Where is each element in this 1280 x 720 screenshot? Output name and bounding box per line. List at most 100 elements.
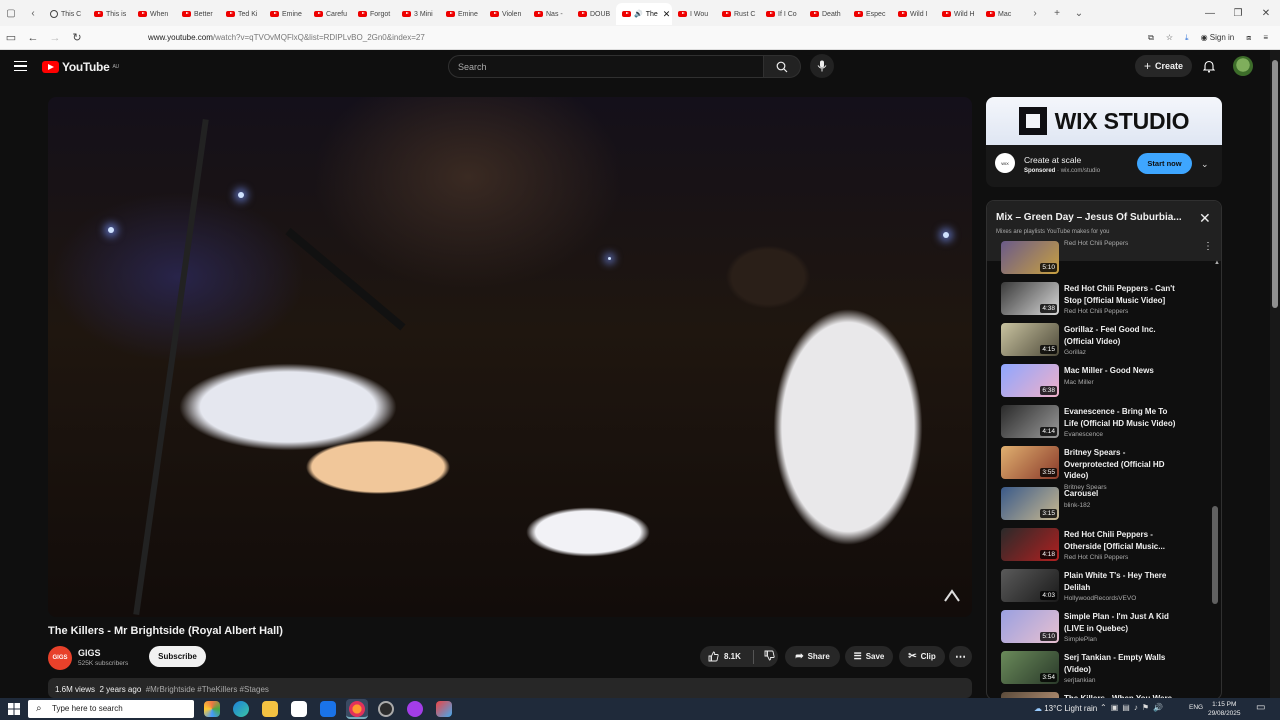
playlist-item-title[interactable]: Serj Tankian - Empty Walls (Video) xyxy=(1064,652,1182,675)
windows-start-icon[interactable] xyxy=(8,703,20,715)
browser-tab[interactable]: Mac xyxy=(980,3,1024,25)
channel-name[interactable]: GIGS xyxy=(78,648,101,658)
app-icon[interactable] xyxy=(436,701,452,717)
video-thumbnail[interactable]: 4:14 xyxy=(1001,405,1059,438)
mail-icon[interactable] xyxy=(320,701,336,717)
browser-tab[interactable]: Carefu xyxy=(308,3,352,25)
tab-scroll-right-icon[interactable]: › xyxy=(1024,0,1046,26)
channel-avatar[interactable]: GIGS xyxy=(48,646,72,670)
ad-banner[interactable]: WIX STUDIO xyxy=(986,97,1222,145)
obs-icon[interactable] xyxy=(378,701,394,717)
downloads-icon[interactable]: ⤓ xyxy=(1185,33,1189,43)
playlist-item[interactable]: 5:10 Simple Plan - I'm Just A Kid (LIVE i… xyxy=(1001,610,1211,651)
weather-widget[interactable]: ☁ 13°C Light rain xyxy=(1034,704,1097,713)
taskbar-search-input[interactable]: ⌕ Type here to search xyxy=(28,700,194,718)
bookmark-star-icon[interactable]: ☆ xyxy=(1166,33,1173,42)
playlist-item[interactable]: 4:15 Gorillaz - Feel Good Inc. (Official … xyxy=(1001,323,1211,364)
playlist-item[interactable]: 3:55 Britney Spears - Overprotected (Offi… xyxy=(1001,446,1211,491)
app-icon[interactable] xyxy=(407,701,423,717)
restore-icon[interactable]: ❐ xyxy=(1224,0,1252,26)
speaker-icon[interactable]: 🔊 xyxy=(634,10,643,18)
description-box[interactable]: 1.6M views 2 years ago #MrBrightside #Th… xyxy=(48,678,972,698)
browser-tab[interactable]: This is xyxy=(88,3,132,25)
video-player[interactable] xyxy=(48,97,972,617)
screenshot-icon[interactable]: ⧉ xyxy=(1148,33,1154,43)
browser-tab[interactable]: Nas - xyxy=(528,3,572,25)
tab-scroll-left-icon[interactable]: ‹ xyxy=(22,0,44,26)
subscribe-button[interactable]: Subscribe xyxy=(149,646,206,667)
store-icon[interactable] xyxy=(291,701,307,717)
video-thumbnail[interactable]: 4:38 xyxy=(1001,282,1059,315)
browser-tab[interactable]: DOUB xyxy=(572,3,616,25)
search-input[interactable]: Search xyxy=(448,55,764,78)
ad-card[interactable]: WIX STUDIO WIX Create at scale Sponsored… xyxy=(986,97,1222,187)
system-tray-icons[interactable]: ⌃▣▤♪⚑🔊 xyxy=(1100,703,1167,712)
video-thumbnail[interactable]: 6:38 xyxy=(1001,364,1059,397)
tab-list-chevron-icon[interactable]: ⌄ xyxy=(1068,0,1090,26)
chevron-down-icon[interactable]: ⌄ xyxy=(1201,159,1209,170)
playlist-item[interactable]: 4:38 Red Hot Chili Peppers - Can't Stop [… xyxy=(1001,282,1211,323)
browser-tab[interactable]: Ted Ki xyxy=(220,3,264,25)
avatar[interactable] xyxy=(1233,56,1253,76)
playlist-item[interactable]: 5:10 Red Hot Chili Peppers xyxy=(1001,240,1211,282)
page-scrollbar[interactable] xyxy=(1270,50,1280,700)
hashtags[interactable]: #MrBrightside #TheKillers #Stages xyxy=(146,685,269,694)
playlist-item[interactable]: 3:15 Carousel blink-182 xyxy=(1001,487,1211,528)
browser-tab[interactable]: Wild H xyxy=(936,3,980,25)
language-indicator[interactable]: ENG xyxy=(1189,704,1203,711)
scroll-up-icon[interactable]: ▲ xyxy=(1214,260,1220,266)
create-button[interactable]: + Create xyxy=(1135,55,1192,77)
window-close-icon[interactable]: ✕ xyxy=(1252,0,1280,26)
playlist-item-title[interactable]: Plain White T's - Hey There Delilah xyxy=(1064,570,1182,593)
browser-tab[interactable]: Emine xyxy=(264,3,308,25)
playlist-title[interactable]: Mix – Green Day – Jesus Of Suburbia... xyxy=(996,212,1181,223)
back-icon[interactable]: ← xyxy=(22,32,44,44)
notifications-button[interactable] xyxy=(1200,57,1218,75)
menu-hamburger-icon[interactable] xyxy=(14,61,27,71)
video-thumbnail[interactable]: 5:10 xyxy=(1001,610,1059,643)
search-button[interactable] xyxy=(763,55,801,78)
save-button[interactable]: ☰ Save xyxy=(845,646,893,667)
browser-tab[interactable]: 3 Mini xyxy=(396,3,440,25)
reload-icon[interactable]: ↻ xyxy=(66,31,88,44)
playlist-item-title[interactable]: Simple Plan - I'm Just A Kid (LIVE in Qu… xyxy=(1064,611,1182,634)
minimize-icon[interactable]: — xyxy=(1196,0,1224,26)
clock[interactable]: 1:15 PM 29/08/2025 xyxy=(1208,700,1241,718)
video-thumbnail[interactable]: 3:55 xyxy=(1001,446,1059,479)
tab-close-icon[interactable]: ✕ xyxy=(663,9,671,20)
playlist-item-title[interactable]: Red Hot Chili Peppers - Can't Stop [Offi… xyxy=(1064,283,1182,306)
playlist-scrollbar[interactable] xyxy=(1212,506,1218,604)
app-menu-icon[interactable]: ≡ xyxy=(1263,33,1268,42)
browser-tab[interactable]: If I Co xyxy=(760,3,804,25)
playlist-item-title[interactable]: Britney Spears - Overprotected (Official… xyxy=(1064,447,1182,482)
voice-search-button[interactable] xyxy=(810,54,834,78)
playlist-item[interactable]: 4:18 Red Hot Chili Peppers - Otherside [O… xyxy=(1001,528,1211,569)
more-actions-button[interactable]: ⋯ xyxy=(949,646,972,667)
playlist-item-title[interactable]: Evanescence - Bring Me To Life (Official… xyxy=(1064,406,1182,429)
share-button[interactable]: ➦ Share xyxy=(785,646,840,667)
clip-button[interactable]: ✂ Clip xyxy=(899,646,945,667)
browser-tab[interactable]: This C xyxy=(44,3,88,25)
extensions-icon[interactable]: ⧈ xyxy=(1246,33,1251,43)
playlist-item-title[interactable]: Red Hot Chili Peppers - Otherside [Offic… xyxy=(1064,529,1182,552)
like-button[interactable]: 8.1K xyxy=(708,651,741,662)
sidebar-toggle-icon[interactable]: ▭ xyxy=(0,31,22,44)
browser-tab[interactable]: Forgot xyxy=(352,3,396,25)
address-bar[interactable]: www.youtube.com/watch?v=qTVOvMQFlxQ&list… xyxy=(148,33,1148,42)
playlist-item[interactable]: 3:54 Serj Tankian - Empty Walls (Video) se… xyxy=(1001,651,1211,692)
playlist-item[interactable]: 4:03 Plain White T's - Hey There Delilah H… xyxy=(1001,569,1211,610)
browser-tab[interactable]: Violen xyxy=(484,3,528,25)
playlist-item[interactable]: 4:14 Evanescence - Bring Me To Life (Offi… xyxy=(1001,405,1211,446)
browser-tab[interactable]: Wild I xyxy=(892,3,936,25)
file-explorer-icon[interactable] xyxy=(262,701,278,717)
youtube-logo[interactable]: YouTube AU xyxy=(42,60,119,74)
browser-tab[interactable]: Better xyxy=(176,3,220,25)
scrollbar-thumb[interactable] xyxy=(1272,60,1278,308)
video-thumbnail[interactable]: 4:18 xyxy=(1001,528,1059,561)
browser-tab[interactable]: Emine xyxy=(440,3,484,25)
video-thumbnail[interactable]: 4:03 xyxy=(1001,569,1059,602)
notifications-center-icon[interactable]: ▭ xyxy=(1256,702,1265,713)
new-tab-icon[interactable]: + xyxy=(1046,0,1068,26)
video-thumbnail[interactable]: 5:10 xyxy=(1001,241,1059,274)
close-icon[interactable]: ✕ xyxy=(1199,210,1211,227)
